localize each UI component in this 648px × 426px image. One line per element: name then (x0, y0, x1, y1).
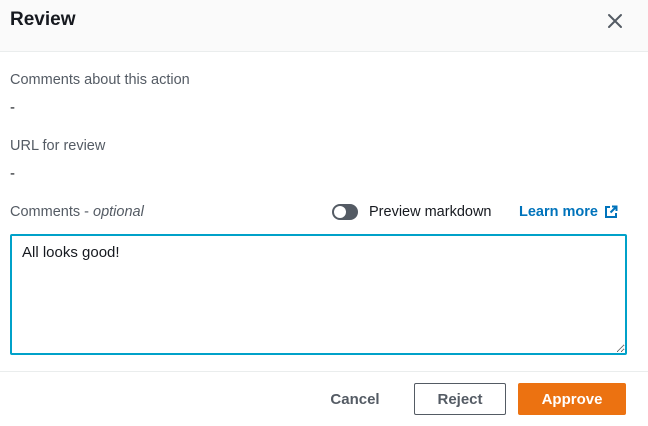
review-url-label: URL for review (10, 138, 106, 154)
dialog-header: Review (0, 0, 648, 52)
close-button[interactable] (600, 6, 630, 36)
action-comments-value: - (10, 99, 15, 116)
preview-markdown-toggle[interactable] (332, 204, 358, 220)
comments-label-separator: - (80, 204, 93, 220)
reject-button[interactable]: Reject (414, 383, 506, 415)
close-icon (608, 14, 622, 28)
review-url-value: - (10, 165, 15, 182)
comments-textarea[interactable]: All looks good! (10, 234, 627, 355)
action-comments-label: Comments about this action (10, 72, 190, 88)
approve-button[interactable]: Approve (518, 383, 626, 415)
dialog-title: Review (10, 9, 76, 30)
learn-more-link[interactable]: Learn more (519, 204, 618, 220)
external-link-icon (604, 205, 618, 219)
comments-label: Comments - optional (10, 204, 144, 220)
footer-divider (0, 371, 648, 372)
comments-label-text: Comments (10, 204, 81, 220)
preview-markdown-label: Preview markdown (369, 204, 492, 220)
comments-optional-text: optional (93, 204, 144, 220)
learn-more-label: Learn more (519, 204, 598, 220)
cancel-button[interactable]: Cancel (318, 383, 392, 415)
toggle-knob (334, 206, 346, 218)
